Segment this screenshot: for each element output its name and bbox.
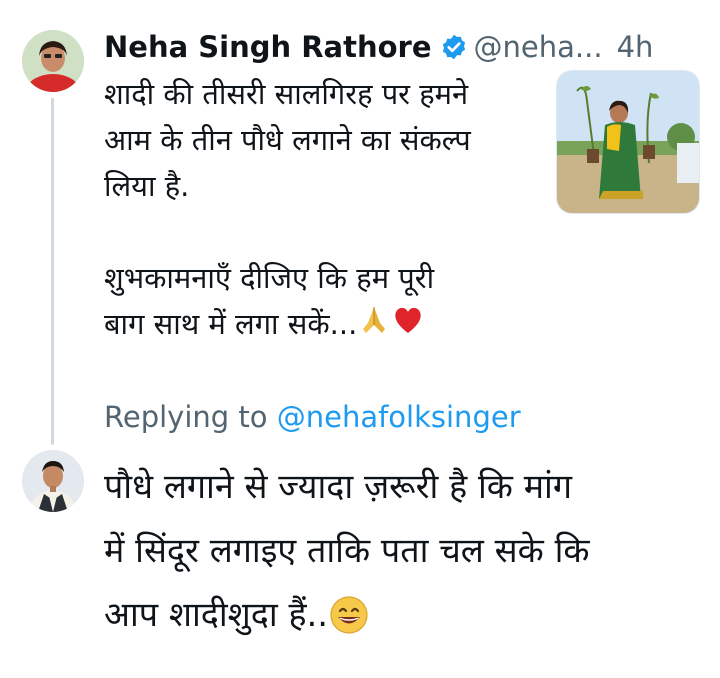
author-handle[interactable]: @neha... [474,24,603,70]
verified-badge-icon [440,33,468,61]
folded-hands-emoji-icon [357,303,391,350]
replying-to-line: Replying to @nehafolksinger [104,394,521,440]
tweet-timestamp[interactable]: 4h [617,24,654,70]
replying-to-mention-link[interactable]: @nehafolksinger [277,400,521,434]
thread-connector-line [51,98,54,445]
author-name[interactable]: Neha Singh Rathore [104,24,432,70]
reply-body: पौधे लगाने से ज्यादा ज़रूरी है कि मांग म… [104,455,704,649]
author-avatar[interactable] [22,30,84,92]
grinning-face-emoji-icon [328,585,370,649]
tweet-media-image[interactable] [556,70,700,214]
replier-avatar[interactable] [22,450,84,512]
tweet-header: Neha Singh Rathore @neha... 4h [104,24,653,70]
tweet-body: शादी की तीसरी सालगिरह पर हमने आम के तीन … [104,71,544,350]
red-heart-emoji-icon [391,303,425,350]
replying-to-label: Replying to [104,400,268,434]
tweet-text: शादी की तीसरी सालगिरह पर हमने आम के तीन … [104,77,471,341]
